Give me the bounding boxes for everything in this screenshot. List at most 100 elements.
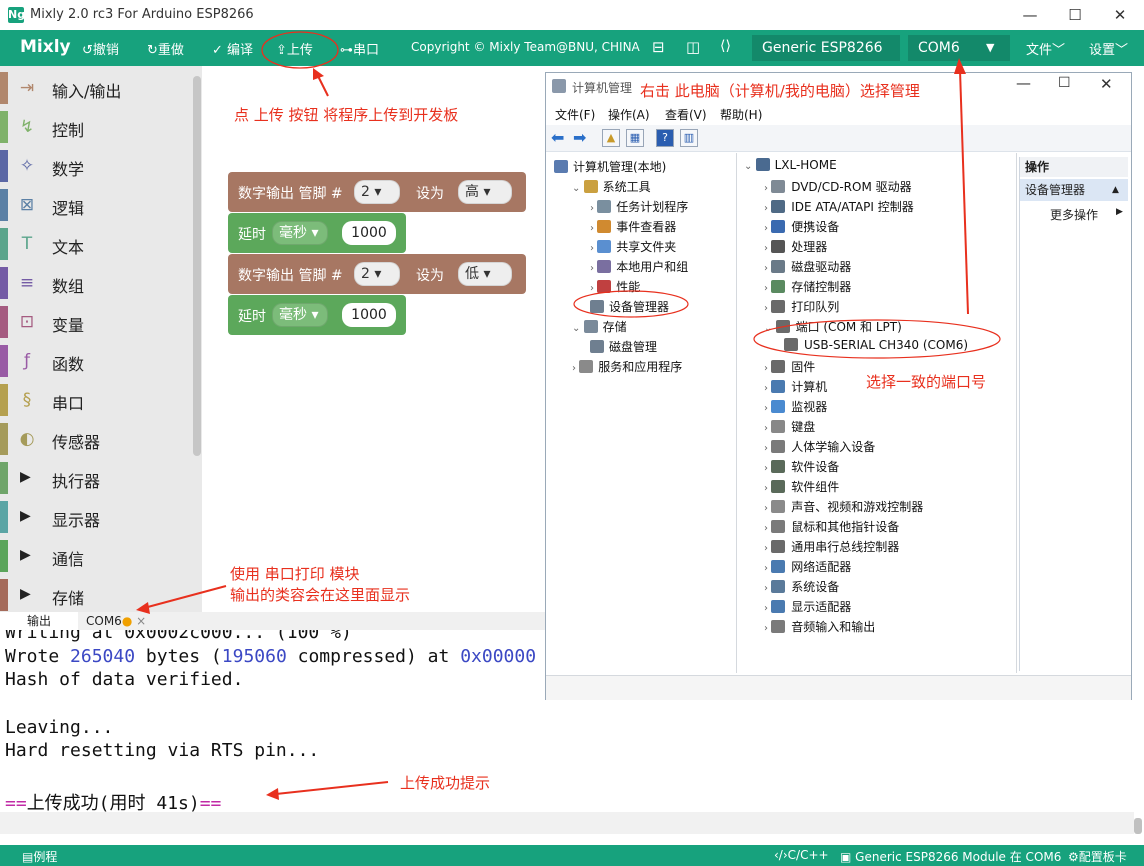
redo-button[interactable]: ↻重做 [147, 39, 184, 58]
device-tree-item[interactable]: › 监视器 [764, 398, 827, 415]
device-tree-item[interactable]: › 鼠标和其他指针设备 [764, 518, 899, 535]
back-arrow-icon[interactable]: ⬅ [551, 128, 564, 147]
split-view-icon[interactable]: ◫ [686, 38, 700, 56]
device-tree-item[interactable]: › 系统设备 [764, 578, 839, 595]
settings-menu[interactable]: 设置﹀ [1089, 39, 1128, 58]
device-tree-item[interactable]: › 音频输入和输出 [764, 618, 875, 635]
sidebar-category-4[interactable]: T 文本 [0, 225, 202, 263]
cm-tree-item[interactable]: 磁盘管理 [590, 338, 657, 355]
device-tree-item[interactable]: › 网络适配器 [764, 558, 851, 575]
tree-expander-icon[interactable]: › [764, 503, 771, 514]
tree-expander-icon[interactable]: › [764, 603, 771, 614]
sidebar-category-0[interactable]: ⇥ 输入/输出 [0, 69, 202, 107]
cm-tree-item[interactable]: › 任务计划程序 [590, 198, 688, 215]
block-stack[interactable]: 数字输出 管脚 # 2 ▾ 设为 高 ▾ 延时 毫秒 ▾ 1000 数字输出 管… [228, 172, 526, 335]
sidebar-category-1[interactable]: ↯ 控制 [0, 108, 202, 146]
output-vertical-scrollbar[interactable] [1134, 818, 1142, 834]
tree-expander-icon[interactable]: › [764, 623, 771, 634]
device-tree-item[interactable]: › 声音、视频和游戏控制器 [764, 498, 923, 515]
close-tab-icon[interactable]: × [132, 614, 146, 628]
source-code-icon[interactable]: ⟨⟩ [720, 38, 731, 54]
pin-dropdown[interactable]: 2 ▾ [354, 262, 400, 286]
pin-dropdown[interactable]: 2 ▾ [354, 180, 400, 204]
device-tree-item[interactable]: › 键盘 [764, 418, 815, 435]
device-tree-item[interactable]: › 通用串行总线控制器 [764, 538, 899, 555]
delay-unit-dropdown[interactable]: 毫秒 ▾ [272, 221, 328, 245]
cm-tree-item[interactable]: 计算机管理(本地) [554, 158, 666, 175]
device-tree-item[interactable]: › 人体学输入设备 [764, 438, 875, 455]
sidebar-category-12[interactable]: ▶ 通信 [0, 537, 202, 575]
tree-expander-icon[interactable]: › [764, 443, 771, 454]
delay-ms-input[interactable]: 1000 [342, 221, 396, 245]
device-tree-item[interactable]: › 软件设备 [764, 458, 839, 475]
cm-minimize-button[interactable]: — [1016, 74, 1031, 92]
show-hide-tree-icon[interactable]: ▦ [626, 129, 644, 147]
maximize-button[interactable]: ☐ [1055, 5, 1095, 25]
tree-expander-icon[interactable]: › [590, 263, 597, 274]
tree-expander-icon[interactable]: › [764, 423, 771, 434]
delay-block-2[interactable]: 延时 毫秒 ▾ 1000 [228, 295, 406, 335]
device-tree-item[interactable]: › 固件 [764, 358, 815, 375]
sidebar-category-8[interactable]: § 串口 [0, 381, 202, 419]
actions-device-manager[interactable]: 设备管理器 ▲ [1020, 179, 1128, 201]
tree-expander-icon[interactable]: › [764, 263, 771, 274]
sidebar-category-7[interactable]: ƒ 函数 [0, 342, 202, 380]
tree-expander-icon[interactable]: › [764, 543, 771, 554]
tree-expander-icon[interactable]: › [590, 203, 597, 214]
device-tree-item[interactable]: › 处理器 [764, 238, 827, 255]
device-tree-item[interactable]: › 便携设备 [764, 218, 839, 235]
tree-expander-icon[interactable]: › [590, 223, 597, 234]
cm-menu-view[interactable]: 查看(V) [665, 106, 707, 123]
device-tree-item[interactable]: › 存储控制器 [764, 278, 851, 295]
tree-expander-icon[interactable]: › [764, 463, 771, 474]
cm-tree-item[interactable]: ⌄ 存储 [572, 318, 627, 335]
tab-output[interactable]: 输出 [0, 612, 78, 630]
cm-tree-item[interactable]: › 事件查看器 [590, 218, 676, 235]
config-board-button[interactable]: ⚙配置板卡 [1068, 848, 1127, 865]
tree-expander-icon[interactable]: › [764, 583, 771, 594]
more-actions-link[interactable]: 更多操作 [1050, 206, 1098, 223]
sidebar-category-9[interactable]: ◐ 传感器 [0, 420, 202, 458]
device-tree-item[interactable]: › 计算机 [764, 378, 827, 395]
up-folder-icon[interactable]: ▲ [602, 129, 620, 147]
delay-block-1[interactable]: 延时 毫秒 ▾ 1000 [228, 213, 406, 253]
action-pane-icon[interactable]: ▥ [680, 129, 698, 147]
sidebar-category-11[interactable]: ▶ 显示器 [0, 498, 202, 536]
level-dropdown[interactable]: 高 ▾ [458, 180, 512, 204]
examples-button[interactable]: ▤例程 [22, 848, 57, 865]
tree-expander-icon[interactable]: › [764, 223, 771, 234]
device-tree-item[interactable]: › 软件组件 [764, 478, 839, 495]
tree-expander-icon[interactable]: ⌄ [572, 323, 584, 334]
sidebar-category-10[interactable]: ▶ 执行器 [0, 459, 202, 497]
delay-unit-dropdown[interactable]: 毫秒 ▾ [272, 303, 328, 327]
cm-close-button[interactable]: ✕ [1100, 75, 1113, 93]
sidebar-category-6[interactable]: ⊡ 变量 [0, 303, 202, 341]
cm-tree-item[interactable]: › 本地用户和组 [590, 258, 688, 275]
language-indicator[interactable]: ‹/›C/C++ [774, 848, 829, 862]
device-tree-item[interactable]: › DVD/CD-ROM 驱动器 [764, 178, 912, 195]
tree-expander-icon[interactable]: › [764, 523, 771, 534]
digital-write-block-low[interactable]: 数字输出 管脚 # 2 ▾ 设为 低 ▾ [228, 254, 526, 294]
tree-expander-icon[interactable]: › [572, 363, 579, 374]
tree-expander-icon[interactable]: › [764, 483, 771, 494]
cm-tree-item[interactable]: ⌄ 系统工具 [572, 178, 651, 195]
tree-expander-icon[interactable]: › [764, 303, 771, 314]
cm-menu-file[interactable]: 文件(F) [555, 106, 595, 123]
close-button[interactable]: ✕ [1100, 5, 1140, 25]
sidebar-category-3[interactable]: ⊠ 逻辑 [0, 186, 202, 224]
forward-arrow-icon[interactable]: ➡ [573, 128, 586, 147]
device-tree-item[interactable]: › 磁盘驱动器 [764, 258, 851, 275]
tree-expander-icon[interactable]: ⌄ [572, 183, 584, 194]
sidebar-category-2[interactable]: ✧ 数学 [0, 147, 202, 185]
device-tree-root[interactable]: ⌄ LXL-HOME [744, 158, 837, 172]
delay-ms-input[interactable]: 1000 [342, 303, 396, 327]
output-horizontal-scrollbar[interactable] [0, 812, 1134, 834]
cm-maximize-button[interactable]: ☐ [1058, 75, 1071, 91]
device-tree-item[interactable]: › 打印队列 [764, 298, 839, 315]
device-tree-item[interactable]: › IDE ATA/ATAPI 控制器 [764, 198, 914, 215]
file-menu[interactable]: 文件﹀ [1026, 39, 1065, 58]
sidebar-scrollbar[interactable] [193, 76, 201, 456]
tree-expander-icon[interactable]: › [764, 243, 771, 254]
help-icon[interactable]: ? [656, 129, 674, 147]
board-select[interactable]: Generic ESP8266 [752, 35, 900, 61]
